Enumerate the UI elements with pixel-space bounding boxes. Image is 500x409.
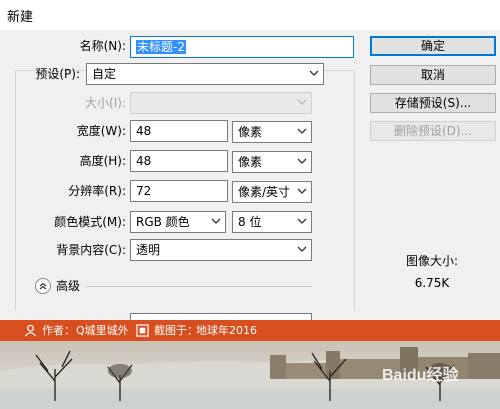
height-label: 高度(H): — [79, 154, 126, 168]
name-input-value: 未标题-2 — [136, 40, 186, 54]
author-name: Q城里城外 — [76, 324, 129, 337]
save-preset-button[interactable]: 存储预设(S)... — [370, 93, 496, 113]
delete-preset-button[interactable]: 删除预设(D)... — [370, 121, 496, 141]
chevron-down-icon — [297, 218, 307, 224]
resolution-label: 分辨率(R): — [68, 184, 126, 198]
advanced-divider — [86, 286, 312, 287]
preset-label: 预设(P): — [35, 67, 80, 81]
title-bar: 新建 — [0, 0, 500, 30]
screenshot-icon — [136, 324, 149, 337]
chevron-down-icon — [309, 70, 319, 76]
preset-select-value: 自定 — [92, 67, 117, 81]
bit-depth-value: 8 位 — [238, 215, 262, 229]
background-select[interactable]: 透明 — [130, 239, 312, 261]
advanced-field-partial[interactable] — [130, 313, 312, 320]
advanced-toggle[interactable] — [35, 278, 51, 294]
resolution-unit-select[interactable]: 像素/英寸 — [232, 181, 312, 203]
chevron-down-icon — [297, 188, 307, 194]
height-unit-select[interactable]: 像素 — [232, 151, 312, 173]
person-icon — [24, 324, 37, 337]
credit-banner: 作者： Q城里城外 截图于： 地球年2016 — [0, 320, 500, 341]
chevron-down-icon — [297, 128, 307, 134]
width-unit-value: 像素 — [238, 125, 263, 139]
resolution-input[interactable]: 72 — [130, 180, 228, 202]
resolution-unit-value: 像素/英寸 — [238, 185, 291, 199]
width-unit-select[interactable]: 像素 — [232, 121, 312, 143]
color-mode-select[interactable]: RGB 颜色 — [130, 211, 226, 233]
shot-place: 地球年2016 — [196, 324, 257, 337]
width-label: 宽度(W): — [76, 124, 126, 138]
background-value: 透明 — [136, 243, 161, 257]
size-label: 大小(I): — [85, 96, 126, 110]
chevron-down-icon — [211, 218, 221, 224]
background-label: 背景内容(C): — [56, 243, 126, 257]
image-size-label: 图像大小: — [405, 254, 459, 268]
color-mode-label: 颜色模式(M): — [54, 215, 126, 229]
width-input[interactable]: 48 — [130, 120, 228, 142]
chevron-down-icon — [297, 158, 307, 164]
name-label: 名称(N): — [79, 39, 126, 53]
chevron-down-icon — [297, 99, 307, 105]
shot-prefix: 截图于： — [154, 324, 198, 337]
author-prefix: 作者： — [42, 324, 75, 337]
cancel-button[interactable]: 取消 — [370, 65, 496, 85]
height-input[interactable]: 48 — [130, 150, 228, 172]
size-select[interactable] — [130, 92, 312, 114]
name-input[interactable]: 未标题-2 — [130, 36, 354, 58]
chevron-down-icon — [297, 246, 307, 252]
baidu-watermark: Baidu经验 — [382, 367, 459, 384]
bit-depth-select[interactable]: 8 位 — [232, 211, 312, 233]
image-size-value: 6.75K — [414, 276, 450, 290]
ok-button[interactable]: 确定 — [370, 36, 496, 56]
color-mode-value: RGB 颜色 — [136, 215, 190, 229]
window-title: 新建 — [7, 10, 34, 25]
advanced-label[interactable]: 高级 — [56, 277, 80, 295]
double-chevron-up-icon — [39, 282, 47, 290]
height-unit-value: 像素 — [238, 155, 263, 169]
preset-select[interactable]: 自定 — [86, 63, 324, 85]
landscape-photo: Baidu经验 — [0, 341, 500, 409]
